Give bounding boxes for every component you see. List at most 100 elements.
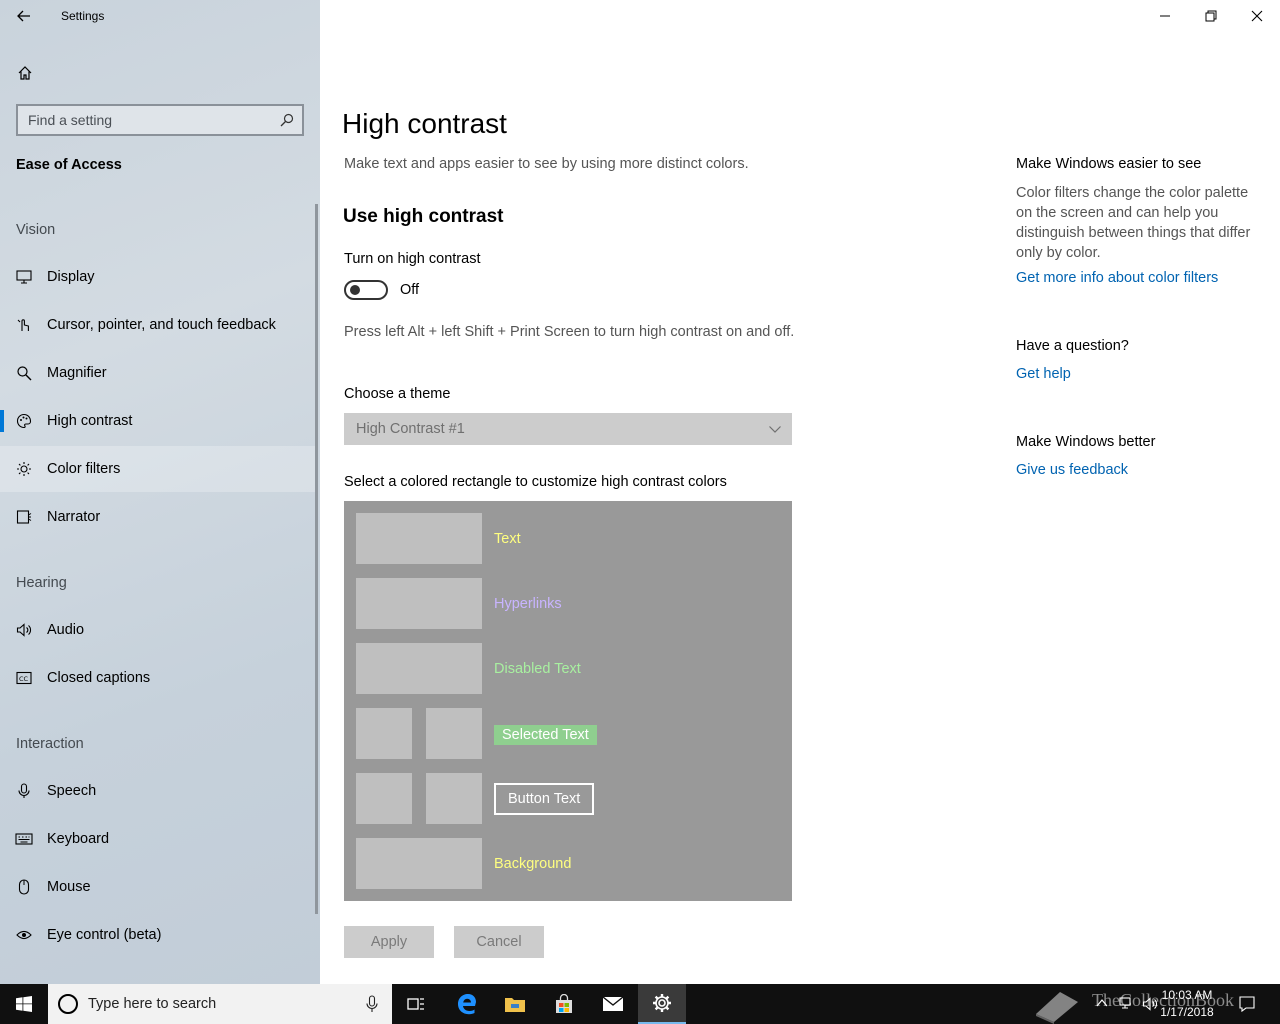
sidebar-item-speech[interactable]: Speech [0,768,318,814]
customize-colors-label: Select a colored rectangle to customize … [344,474,727,490]
background-color-swatch[interactable] [356,838,482,889]
cancel-button[interactable]: Cancel [454,926,544,958]
sidebar-item-label: Closed captions [47,670,151,686]
restore-button[interactable] [1188,0,1234,32]
show-hidden-icons-icon[interactable] [1096,998,1108,1008]
minimize-icon [1160,15,1170,17]
store-button[interactable] [540,984,588,1024]
button-text-fg-swatch[interactable] [356,773,412,824]
sidebar-item-high-contrast[interactable]: High contrast [0,398,318,444]
action-center-icon[interactable] [1238,995,1256,1013]
toggle-knob [350,285,360,295]
sidebar-item-narrator[interactable]: Narrator [0,494,318,540]
titlebar-left: Settings [0,0,320,32]
sidebar-item-keyboard[interactable]: Keyboard [0,816,318,862]
toggle-state-text: Off [400,282,420,298]
touch-pointer-icon [14,315,34,335]
microphone-icon[interactable] [366,995,378,1013]
preview-button-text-label: Button Text [494,783,595,815]
settings-search-input[interactable] [18,106,302,134]
sidebar-item-closed-captions[interactable]: CC Closed captions [0,655,318,701]
text-color-swatch[interactable] [356,513,482,564]
microphone-icon [14,781,34,801]
preview-background-label: Background [494,856,572,872]
app-title: Settings [61,9,105,23]
captions-icon: CC [14,668,34,688]
shortcut-hint: Press left Alt + left Shift + Print Scre… [344,324,795,340]
sidebar-item-label: Display [47,269,95,285]
toggle-label: Turn on high contrast [344,251,481,267]
color-filters-info-link[interactable]: Get more info about color filters [1016,270,1218,286]
speaker-icon [14,620,34,640]
start-button[interactable] [0,984,48,1024]
back-arrow-icon [17,10,30,22]
mail-icon [602,996,624,1011]
edge-button[interactable] [443,984,491,1024]
windows-logo-icon [16,996,32,1012]
file-explorer-button[interactable] [491,984,539,1024]
get-help-link[interactable]: Get help [1016,366,1071,382]
apply-button[interactable]: Apply [344,926,434,958]
sidebar-item-color-filters[interactable]: Color filters [0,446,318,492]
task-view-icon [407,998,424,1010]
home-button[interactable] [8,56,42,90]
cortana-icon [58,994,78,1014]
sidebar-item-cursor[interactable]: Cursor, pointer, and touch feedback [0,302,318,348]
sidebar-item-display[interactable]: Display [0,254,318,300]
store-bag-icon [556,994,572,1013]
preview-text-label: Text [494,531,521,547]
sidebar-item-audio[interactable]: Audio [0,607,318,653]
chevron-down-icon [769,426,781,433]
svg-text:CC: CC [19,675,29,683]
color-filters-info-text: Color filters change the color palette o… [1016,185,1251,261]
edge-icon [458,994,476,1015]
restore-icon [1205,10,1217,22]
button-text-bg-swatch[interactable] [426,773,482,824]
close-button[interactable] [1234,0,1280,32]
related-heading-see: Make Windows easier to see [1016,156,1202,172]
selected-text-bg-swatch[interactable] [426,708,482,759]
monitor-icon [14,267,34,287]
back-button[interactable] [8,2,40,30]
sidebar-item-eye-control[interactable]: Eye control (beta) [0,912,318,958]
taskbar: Type here to search TheCollectionBook 10… [0,984,1280,1024]
give-feedback-link[interactable]: Give us feedback [1016,462,1128,478]
sidebar-item-label: Keyboard [47,831,110,847]
taskbar-search-text: Type here to search [88,996,217,1012]
clock-date: 1/17/2018 [1160,1005,1214,1019]
sidebar-item-label: Magnifier [47,365,107,381]
sidebar-scrollbar[interactable] [315,204,318,914]
clock-time: 10:03 AM [1161,988,1213,1002]
selected-text-fg-swatch[interactable] [356,708,412,759]
sidebar-item-label: Cursor, pointer, and touch feedback [47,317,276,333]
folder-icon [505,998,525,1012]
sidebar-item-label: Speech [47,783,97,799]
sun-icon [14,459,34,479]
taskbar-search-box[interactable]: Type here to search [48,984,392,1024]
sidebar-item-label: Narrator [47,509,101,525]
settings-search-box[interactable] [16,104,304,136]
close-icon [1251,10,1263,22]
sidebar-item-label: Color filters [47,461,121,477]
mail-button[interactable] [589,984,637,1024]
search-icon[interactable] [280,113,294,127]
sidebar-item-label: Audio [47,622,85,638]
sidebar-item-label: Eye control (beta) [47,927,162,943]
theme-dropdown[interactable]: High Contrast #1 [344,413,792,445]
palette-icon [14,411,34,431]
sidebar-item-magnifier[interactable]: Magnifier [0,350,318,396]
group-label-hearing: Hearing [16,575,67,591]
task-view-button[interactable] [392,984,440,1024]
clock[interactable]: 10:03 AM 1/17/2018 [1152,987,1222,1021]
magnifier-icon [14,363,34,383]
network-icon[interactable] [1118,996,1134,1012]
hyperlink-color-swatch[interactable] [356,578,482,629]
group-label-vision: Vision [16,222,56,238]
settings-taskbar-button[interactable] [638,984,686,1024]
preview-selected-text-label: Selected Text [494,725,597,745]
high-contrast-toggle[interactable] [344,280,388,300]
disabled-text-color-swatch[interactable] [356,643,482,694]
sidebar-item-mouse[interactable]: Mouse [0,864,318,910]
minimize-button[interactable] [1142,0,1188,32]
preview-hyperlinks-label: Hyperlinks [494,596,562,612]
